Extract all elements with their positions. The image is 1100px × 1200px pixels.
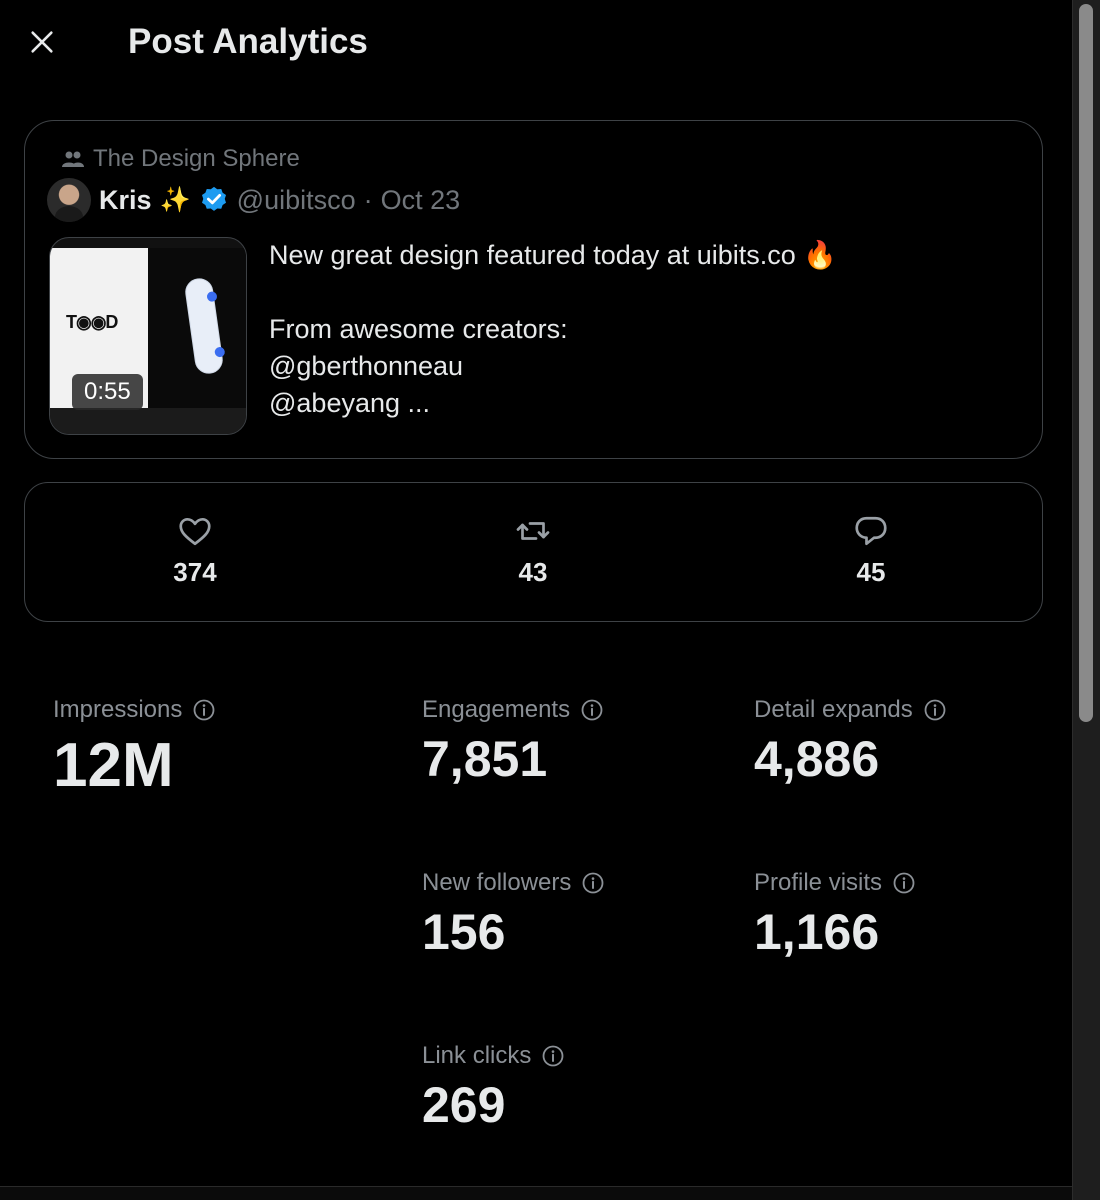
separator-dot: ·	[363, 184, 373, 215]
engagement-summary-card: 374 43 45	[24, 482, 1043, 622]
modal-header: Post Analytics	[0, 0, 1070, 84]
metric-label: New followers	[422, 869, 572, 896]
video-duration-badge: 0:55	[72, 374, 143, 410]
thumbnail-logo: T◉◉D	[66, 312, 118, 332]
metric-impressions: Impressions 12M	[53, 696, 216, 801]
metric-value: 4,886	[754, 731, 880, 787]
page-title: Post Analytics	[128, 22, 368, 61]
reposts-count: 43	[518, 557, 548, 587]
replies-count: 45	[856, 557, 886, 587]
post-date[interactable]: Oct 23	[381, 185, 461, 216]
thumbnail-bottom-bar	[50, 408, 246, 434]
mention-link[interactable]: @abeyang ...	[269, 385, 837, 422]
metric-new-followers: New followers 156	[422, 869, 605, 961]
close-icon	[31, 31, 53, 53]
metric-label: Impressions	[53, 696, 183, 723]
info-icon[interactable]	[541, 1044, 565, 1068]
metric-label: Detail expands	[754, 696, 913, 723]
replies-stat[interactable]: 45	[811, 513, 931, 588]
info-icon[interactable]	[192, 698, 216, 722]
background-content-strip	[0, 1186, 1072, 1200]
close-button[interactable]	[26, 26, 58, 58]
post-preview-card[interactable]: The Design Sphere Kris ✨ @uibitsco · Oct…	[24, 120, 1043, 459]
author-row: Kris ✨ @uibitsco · Oct 23	[47, 178, 461, 222]
info-icon[interactable]	[923, 698, 947, 722]
info-icon[interactable]	[892, 871, 916, 895]
author-name[interactable]: Kris	[99, 185, 152, 216]
metric-profile-visits: Profile visits 1,166	[754, 869, 916, 961]
metric-label: Link clicks	[422, 1042, 532, 1069]
metric-label: Engagements	[422, 696, 571, 723]
metric-detail-expands: Detail expands 4,886	[754, 696, 947, 788]
heart-icon	[179, 517, 211, 546]
post-text: New great design featured today at uibit…	[269, 237, 837, 422]
reposts-stat[interactable]: 43	[473, 513, 593, 588]
community-icon	[62, 151, 84, 167]
repost-icon	[516, 522, 550, 540]
avatar[interactable]	[47, 178, 91, 222]
likes-stat[interactable]: 374	[135, 513, 255, 588]
info-icon[interactable]	[581, 871, 605, 895]
community-name: The Design Sphere	[93, 145, 300, 172]
metric-value: 1,166	[754, 904, 880, 960]
community-label[interactable]: The Design Sphere	[61, 145, 300, 173]
metric-value: 156	[422, 904, 506, 960]
metric-value: 269	[422, 1077, 506, 1133]
info-icon[interactable]	[580, 698, 604, 722]
metric-value: 12M	[53, 731, 174, 800]
reply-bubble-icon	[855, 516, 887, 546]
sparkle-emoji: ✨	[159, 185, 191, 214]
video-thumbnail[interactable]: T◉◉D 0:55	[49, 237, 247, 435]
likes-count: 374	[173, 557, 217, 587]
scrollbar-thumb[interactable]	[1079, 4, 1093, 722]
post-text-line: New great design featured today at uibit…	[269, 240, 837, 270]
mention-link[interactable]: @gberthonneau	[269, 348, 837, 385]
metric-value: 7,851	[422, 731, 548, 787]
post-text-line: From awesome creators:	[269, 314, 568, 344]
metric-link-clicks: Link clicks 269	[422, 1042, 565, 1134]
verified-badge-icon	[201, 186, 226, 211]
author-handle[interactable]: @uibitsco	[237, 185, 356, 216]
scrollbar[interactable]	[1072, 0, 1100, 1200]
metric-label: Profile visits	[754, 869, 883, 896]
metric-engagements: Engagements 7,851	[422, 696, 604, 788]
